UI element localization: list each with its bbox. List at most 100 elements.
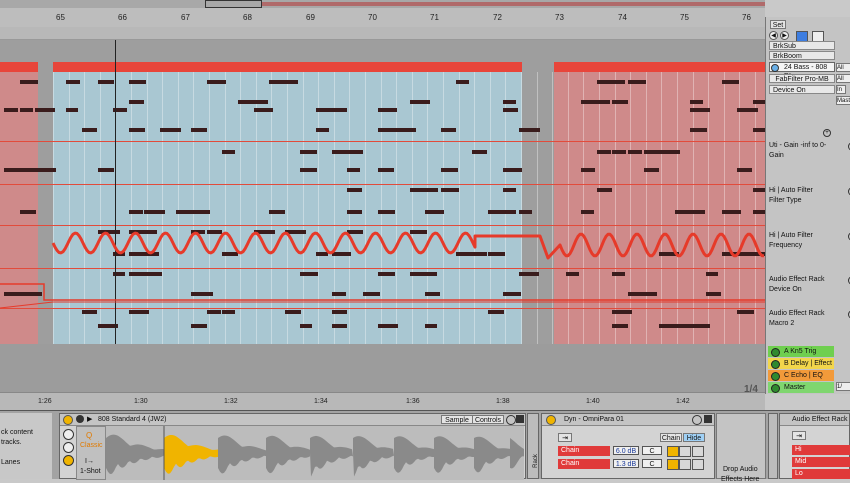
overview-strip[interactable] <box>0 0 765 8</box>
device-row[interactable]: BrkBoom <box>769 51 835 60</box>
chain-pan[interactable]: C <box>642 459 662 468</box>
bar-number: 76 <box>742 13 751 22</box>
activator-icon[interactable] <box>771 348 780 357</box>
trigger-icon: I→ <box>85 458 94 465</box>
settings-icon[interactable] <box>692 415 702 425</box>
device-title: Audio Effect Rack <box>780 414 849 426</box>
drop-text: Drop Audio <box>723 466 758 473</box>
device-select[interactable]: FabFilter Pro-MB <box>769 74 835 83</box>
chain-volume[interactable]: 6.0 dB <box>613 446 639 455</box>
return-name: A Kn5 Trig <box>784 348 817 355</box>
automation-curve[interactable] <box>0 40 765 392</box>
add-lane-icon[interactable]: + <box>823 129 831 137</box>
chain-solo-icon[interactable] <box>679 459 691 470</box>
bar-number: 65 <box>56 13 65 22</box>
bar-number: 74 <box>618 13 627 22</box>
chain-select-icon[interactable]: ⇥ <box>558 433 572 442</box>
bar-number: 67 <box>181 13 190 22</box>
time-label: 1:30 <box>134 398 148 405</box>
audio-effect-rack: Audio Effect Rack ⇥ Hi Mid Lo <box>779 413 850 479</box>
lane-device: Audio Effect Rack <box>769 276 825 283</box>
warp-icon[interactable]: Q <box>86 431 92 440</box>
chain-activator-icon[interactable] <box>667 446 679 457</box>
chain-pan[interactable]: C <box>642 446 662 455</box>
set-button[interactable]: Set <box>770 20 786 29</box>
save-icon[interactable] <box>516 415 524 423</box>
pad-record-icon[interactable] <box>63 455 74 466</box>
return-track-c[interactable]: C Echo | EQ Eigh <box>768 370 834 390</box>
lane-device: Audio Effect Rack <box>769 310 825 317</box>
rack-label: Rack <box>532 454 539 468</box>
info-text: ck content <box>1 429 33 436</box>
bar-number: 75 <box>680 13 689 22</box>
fold-icon[interactable] <box>771 64 779 72</box>
bar-number: 72 <box>493 13 502 22</box>
lane-param: Gain <box>769 152 784 159</box>
chain-name[interactable]: Chain <box>558 459 610 469</box>
overview-viewport[interactable] <box>205 0 262 8</box>
chain-name[interactable]: Mid <box>792 457 850 467</box>
return-track-b[interactable]: B Delay | Effect <box>768 358 834 369</box>
overview-clip <box>262 2 765 6</box>
time-label: 1:32 <box>224 398 238 405</box>
pad-solo-icon[interactable] <box>63 442 74 453</box>
param-select[interactable]: Device On <box>769 85 835 94</box>
nav-left-icon[interactable]: ◀ <box>769 31 778 40</box>
output-master[interactable]: Mast <box>836 96 850 105</box>
drum-device: 808 Standard 4 (JW2) ▶ Sample Controls Q… <box>59 413 526 480</box>
track-panel: Set ◀ ▶ BrkSub BrkBoom 24 Bass - 808 DI … <box>765 17 850 394</box>
activator-icon[interactable] <box>771 384 780 393</box>
hide-button[interactable]: Hide <box>683 433 705 442</box>
time-label: 1:40 <box>586 398 600 405</box>
lane-device: Hi | Auto Filter <box>769 232 813 239</box>
settings-icon[interactable] <box>506 415 516 425</box>
return-track-a[interactable]: A Kn5 Trig <box>768 346 834 357</box>
sample-tab[interactable]: Sample <box>441 415 473 424</box>
chain-select-icon[interactable]: ⇥ <box>792 431 806 440</box>
playback-mode[interactable]: Classic <box>80 442 103 449</box>
loop-strip[interactable] <box>0 27 765 40</box>
waveform[interactable] <box>106 426 524 480</box>
time-ruler[interactable]: 1:26 1:30 1:32 1:34 1:36 1:38 1:40 1:42 … <box>0 384 765 411</box>
device-activator-icon[interactable] <box>546 415 556 425</box>
empty-lanes[interactable] <box>0 344 765 392</box>
nav-right-icon[interactable]: ▶ <box>780 31 789 40</box>
device-row[interactable]: BrkSub <box>769 41 835 50</box>
chain-name[interactable]: Chain <box>558 446 610 456</box>
trigger-mode[interactable]: 1-Shot <box>80 468 101 475</box>
activator-icon[interactable] <box>771 360 780 369</box>
arrangement-ruler[interactable]: 65 66 67 68 69 70 71 72 73 74 75 76 <box>0 0 765 28</box>
return-name: B Delay | Effect <box>784 360 832 367</box>
chain-solo-icon[interactable] <box>679 446 691 457</box>
lane-param: Macro 2 <box>769 320 795 327</box>
chain-name[interactable]: Hi <box>792 445 850 455</box>
lane-param: Frequency <box>769 242 803 249</box>
drop-zone[interactable]: Drop Audio Effects Here <box>716 413 766 483</box>
chain-hotswap-icon[interactable] <box>692 446 704 457</box>
chain-activator-icon[interactable] <box>667 459 679 470</box>
info-view: ck content tracks. Lanes <box>0 413 52 479</box>
play-icon[interactable]: ▶ <box>87 415 92 423</box>
master-track[interactable]: Master <box>768 382 834 393</box>
chain-hotswap-icon[interactable] <box>692 459 704 470</box>
master-page[interactable]: 1/ <box>836 382 850 391</box>
device-activator-icon[interactable] <box>63 415 73 425</box>
input-type[interactable]: All In <box>836 63 850 72</box>
return-name: Master <box>784 384 806 391</box>
activator-icon[interactable] <box>771 372 780 381</box>
device-title: Dyn - OmniPara 01 <box>542 414 714 426</box>
device-chain: ck content tracks. Lanes 808 Standard 4 … <box>0 410 850 483</box>
save-icon[interactable] <box>704 415 712 423</box>
input-channel[interactable]: All <box>836 74 850 83</box>
time-label: 1:38 <box>496 398 510 405</box>
bar-number: 73 <box>555 13 564 22</box>
chain-volume[interactable]: 1.3 dB <box>613 459 639 468</box>
clip-area[interactable] <box>0 40 765 392</box>
monitor-in[interactable]: In <box>836 85 846 94</box>
bar-number: 71 <box>430 13 439 22</box>
lane-param: Device On <box>769 286 802 293</box>
controls-tab[interactable]: Controls <box>472 415 504 424</box>
pad-activator-icon[interactable] <box>63 429 74 440</box>
fold-icon[interactable] <box>76 415 84 423</box>
chain-button[interactable]: Chain <box>660 433 682 442</box>
